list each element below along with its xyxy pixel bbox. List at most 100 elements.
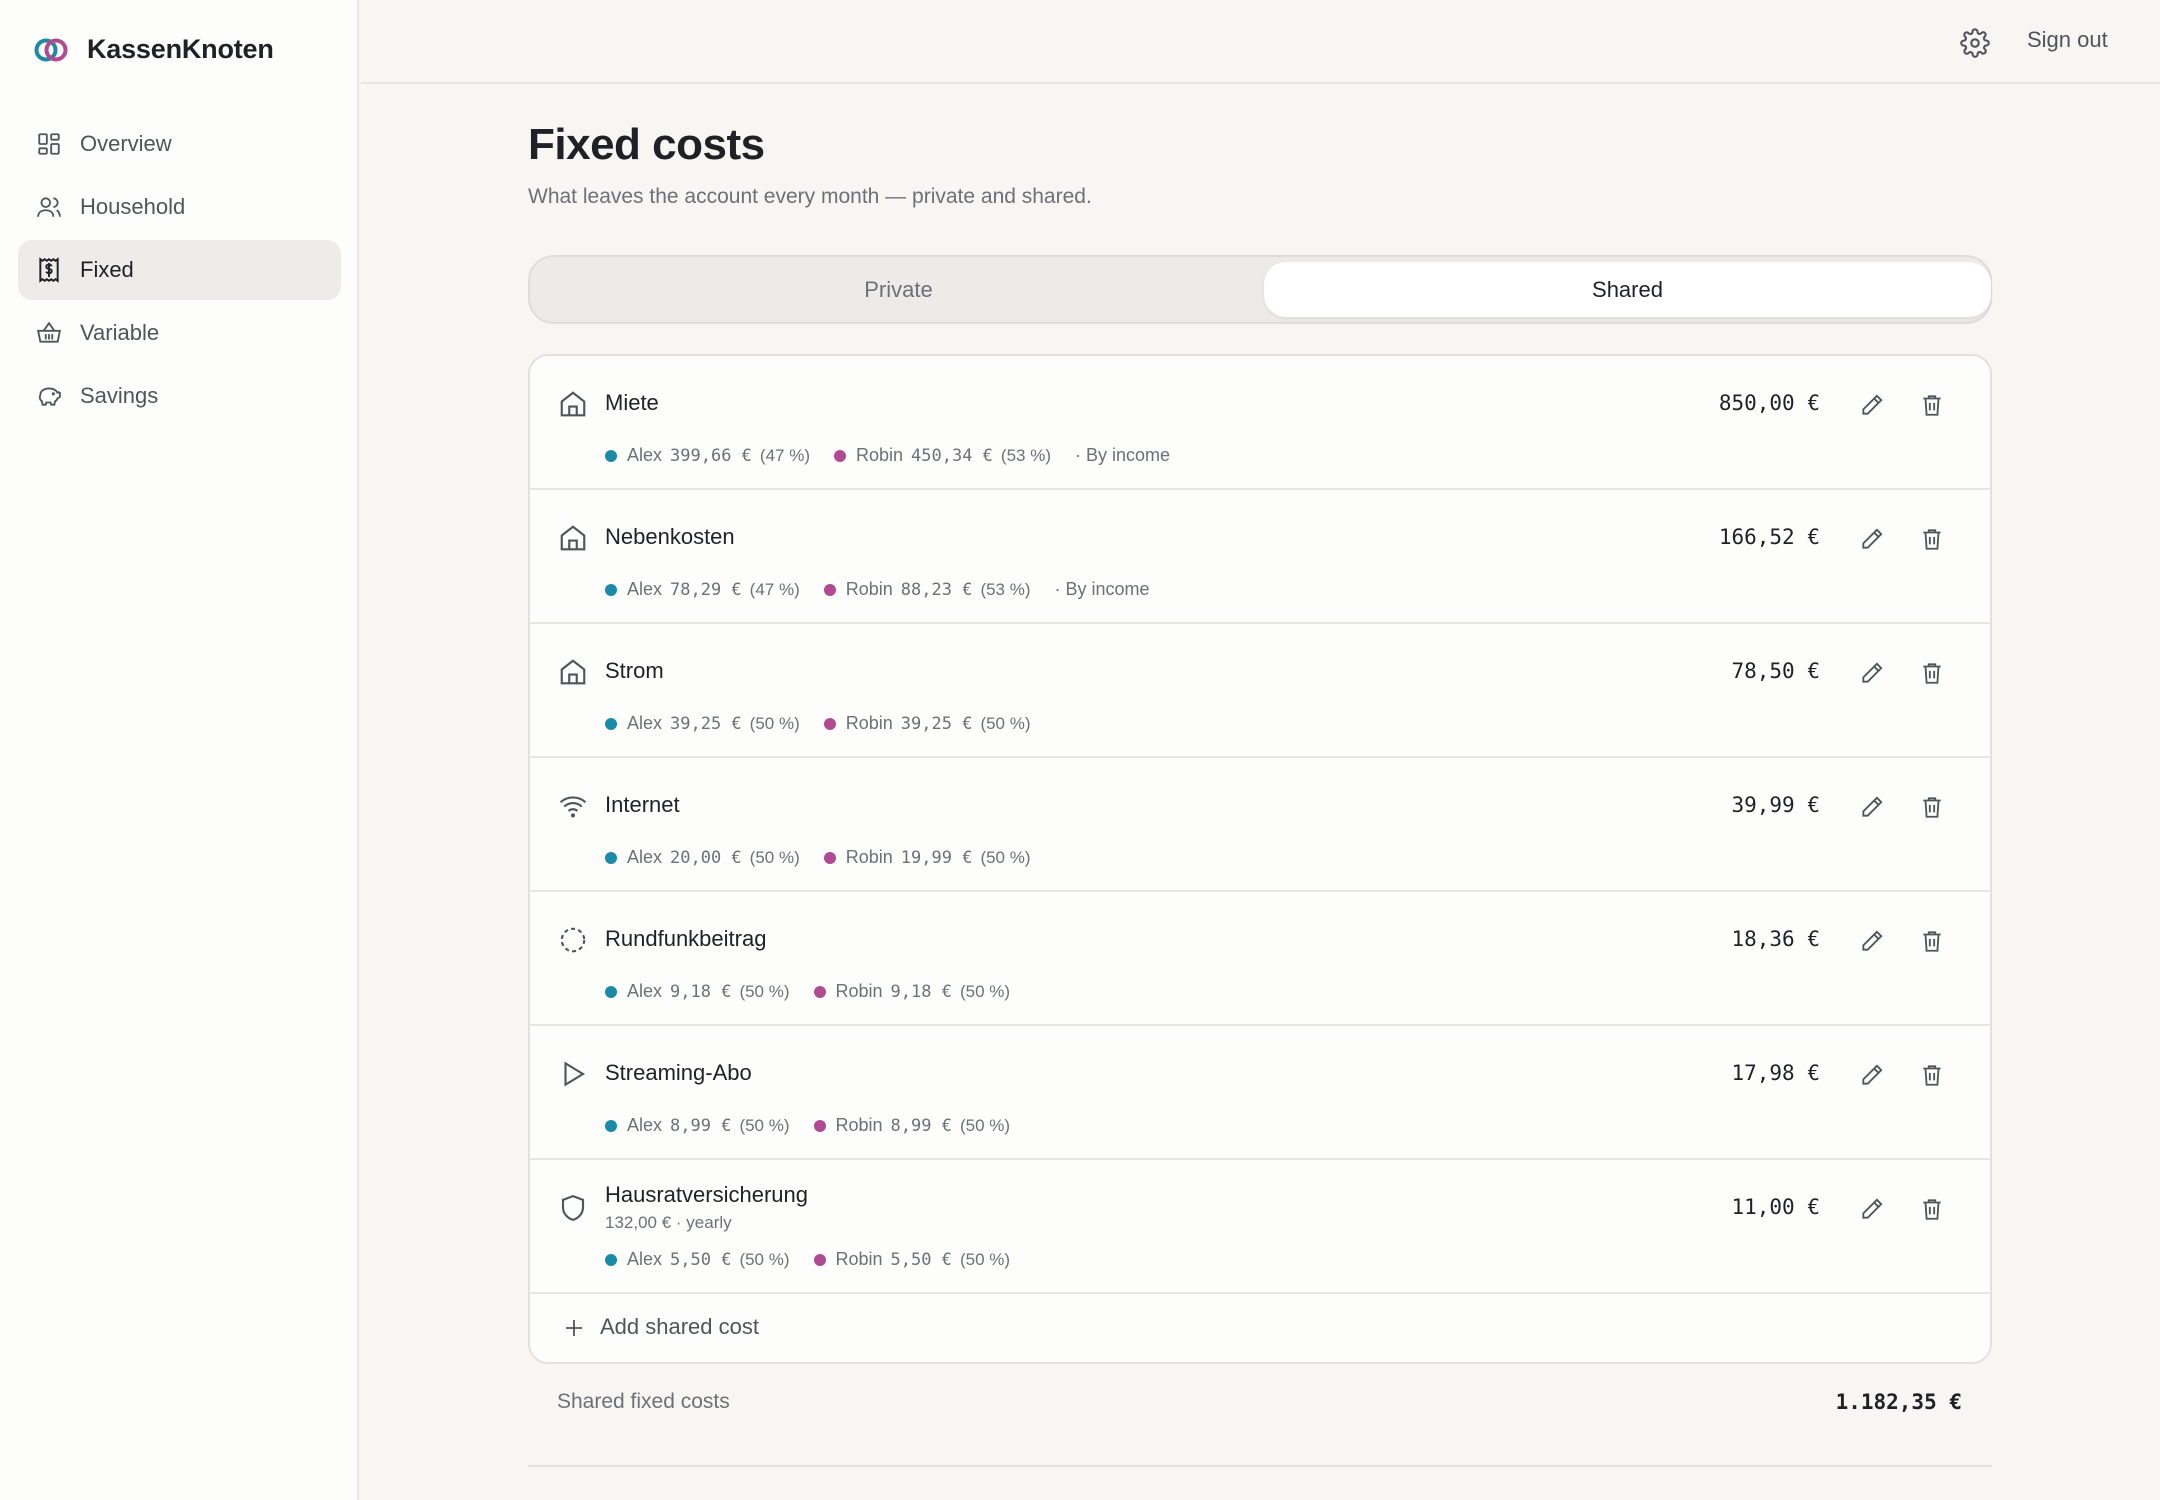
split-person: Robin <box>845 847 893 867</box>
sidebar-item-fixed[interactable]: Fixed <box>18 240 341 300</box>
split-amount: 9,18 € <box>890 981 952 1002</box>
divider <box>528 1465 1992 1467</box>
kassenknoten-logo-icon <box>33 35 69 65</box>
split-percent: (50 %) <box>980 713 1031 733</box>
split-person: Alex <box>627 847 663 867</box>
cost-row-internet[interactable]: Internet 39,99 € Alex 20,00 € (50 %) Robin… <box>530 758 1990 892</box>
robin-dot <box>823 851 836 864</box>
split-amount: 450,34 € <box>911 445 993 466</box>
split-percent: (47 %) <box>749 579 800 599</box>
split-amount: 39,25 € <box>900 713 973 734</box>
tab-shared[interactable]: Shared <box>1264 262 1991 317</box>
split-person: Alex <box>627 1249 663 1269</box>
split-amount: 9,18 € <box>670 981 732 1002</box>
split-amount: 39,25 € <box>670 713 742 734</box>
split-person: Alex <box>627 579 663 599</box>
add-shared-cost-button[interactable]: Add shared cost <box>530 1294 1990 1362</box>
robin-dot <box>823 717 836 730</box>
split-alex: Alex 5,50 € (50 %) <box>605 1249 790 1270</box>
cost-name: Hausratversicherung <box>605 1182 808 1207</box>
split-breakdown: Alex 39,25 € (50 %) Robin 39,25 € (50 %) <box>605 713 1055 734</box>
trash-icon[interactable] <box>1919 1062 1945 1088</box>
add-shared-cost-label: Add shared cost <box>600 1314 759 1339</box>
split-amount: 88,23 € <box>900 579 973 600</box>
cost-row-streaming-abo[interactable]: Streaming-Abo 17,98 € Alex 8,99 € (50 %) R… <box>530 1026 1990 1160</box>
split-robin: Robin 450,34 € (53 %) <box>833 445 1051 466</box>
sidebar-item-savings[interactable]: Savings <box>18 366 341 426</box>
split-breakdown: Alex 78,29 € (47 %) Robin 88,23 € (53 %) · B… <box>605 579 1150 600</box>
sidebar: KassenKnoten Overview Household Fixed Va… <box>0 0 359 1500</box>
home-icon <box>558 657 588 687</box>
sidebar-item-variable[interactable]: Variable <box>18 303 341 363</box>
robin-dot <box>833 449 846 462</box>
trash-icon[interactable] <box>1919 1196 1945 1222</box>
split-person: Robin <box>845 579 893 599</box>
split-method: · By income <box>1054 579 1150 599</box>
trash-icon[interactable] <box>1919 660 1945 686</box>
cost-amount: 78,50 € <box>1731 659 1820 683</box>
alex-dot <box>605 449 617 462</box>
sign-out-button[interactable]: Sign out <box>2027 27 2108 53</box>
split-person: Robin <box>835 1115 883 1135</box>
split-amount: 8,99 € <box>890 1115 952 1136</box>
private-shared-toggle: Private Shared <box>528 255 1992 324</box>
cost-name: Miete <box>605 390 659 415</box>
sidebar-item-household[interactable]: Household <box>18 177 341 237</box>
cost-amount: 39,99 € <box>1731 793 1820 817</box>
cost-row-hausratversicherung[interactable]: Hausratversicherung 132,00 € · yearly 11… <box>530 1160 1990 1294</box>
cost-amount: 17,98 € <box>1731 1061 1820 1085</box>
split-person: Robin <box>845 713 893 733</box>
trash-icon[interactable] <box>1919 928 1945 954</box>
cost-row-strom[interactable]: Strom 78,50 € Alex 39,25 € (50 %) Robin 39,… <box>530 624 1990 758</box>
alex-dot <box>605 1119 617 1132</box>
split-person: Alex <box>627 445 663 465</box>
sidebar-nav: Overview Household Fixed Variable Saving… <box>18 114 341 429</box>
edit-icon[interactable] <box>1859 526 1885 552</box>
split-alex: Alex 8,99 € (50 %) <box>605 1115 790 1136</box>
edit-icon[interactable] <box>1859 392 1885 418</box>
piggy-bank-icon <box>36 383 62 409</box>
split-person: Robin <box>835 1249 883 1269</box>
split-percent: (50 %) <box>749 847 800 867</box>
gear-icon[interactable] <box>1960 28 1990 58</box>
trash-icon[interactable] <box>1919 794 1945 820</box>
cost-amount: 850,00 € <box>1718 391 1820 415</box>
cost-name: Rundfunkbeitrag <box>605 926 767 951</box>
page-subtitle: What leaves the account every month — pr… <box>528 185 1092 208</box>
shared-costs-list: Miete 850,00 € Alex 399,66 € (47 %) Robin 4… <box>528 354 1992 1364</box>
cost-row-nebenkosten[interactable]: Nebenkosten 166,52 € Alex 78,29 € (47 %) R… <box>530 490 1990 624</box>
robin-dot <box>813 1253 826 1266</box>
split-amount: 20,00 € <box>670 847 742 868</box>
sidebar-item-overview[interactable]: Overview <box>18 114 341 174</box>
trash-icon[interactable] <box>1919 392 1945 418</box>
brand[interactable]: KassenKnoten <box>33 34 274 65</box>
edit-icon[interactable] <box>1859 1196 1885 1222</box>
split-robin: Robin 19,99 € (50 %) <box>823 847 1031 868</box>
split-amount: 5,50 € <box>670 1249 732 1270</box>
split-breakdown: Alex 5,50 € (50 %) Robin 5,50 € (50 %) <box>605 1249 1034 1270</box>
robin-dot <box>823 583 836 596</box>
home-icon <box>558 523 588 553</box>
split-percent: (50 %) <box>739 1115 790 1135</box>
split-percent: (50 %) <box>959 1249 1011 1269</box>
total-value: 1.182,35 € <box>1835 1390 1962 1414</box>
edit-icon[interactable] <box>1859 660 1885 686</box>
sidebar-item-label: Overview <box>80 131 172 156</box>
split-method: · By income <box>1074 445 1171 465</box>
split-robin: Robin 88,23 € (53 %) <box>823 579 1031 600</box>
trash-icon[interactable] <box>1919 526 1945 552</box>
edit-icon[interactable] <box>1859 1062 1885 1088</box>
split-amount: 19,99 € <box>900 847 973 868</box>
users-icon <box>36 194 62 220</box>
cost-billing-note: 132,00 € · yearly <box>605 1213 732 1232</box>
split-percent: (50 %) <box>739 981 790 1001</box>
tab-private[interactable]: Private <box>535 262 1262 317</box>
edit-icon[interactable] <box>1859 794 1885 820</box>
cost-row-rundfunkbeitrag[interactable]: Rundfunkbeitrag 18,36 € Alex 9,18 € (50 %)… <box>530 892 1990 1026</box>
split-percent: (50 %) <box>959 981 1011 1001</box>
top-bar <box>361 0 2160 84</box>
edit-icon[interactable] <box>1859 928 1885 954</box>
cost-row-miete[interactable]: Miete 850,00 € Alex 399,66 € (47 %) Robin 4… <box>530 356 1990 490</box>
split-breakdown: Alex 20,00 € (50 %) Robin 19,99 € (50 %) <box>605 847 1055 868</box>
split-person: Robin <box>835 981 883 1001</box>
